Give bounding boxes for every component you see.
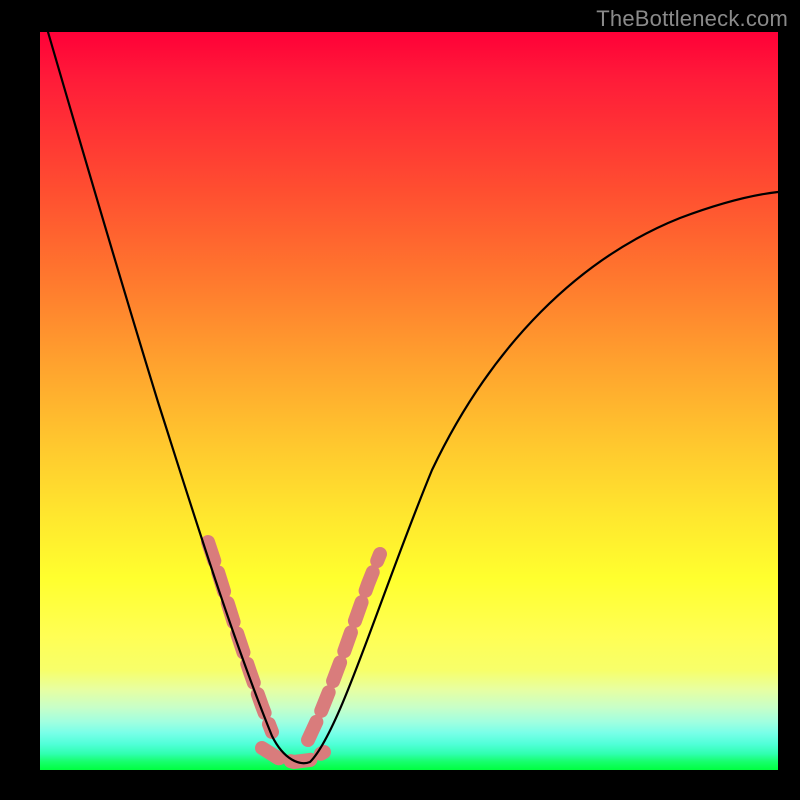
bottleneck-curve bbox=[48, 32, 778, 763]
marker-left-descent bbox=[208, 542, 272, 732]
curve-svg bbox=[40, 32, 778, 770]
chart-frame: TheBottleneck.com bbox=[0, 0, 800, 800]
marker-right-ascent bbox=[308, 554, 380, 740]
watermark-text: TheBottleneck.com bbox=[596, 6, 788, 32]
plot-area bbox=[40, 32, 778, 770]
